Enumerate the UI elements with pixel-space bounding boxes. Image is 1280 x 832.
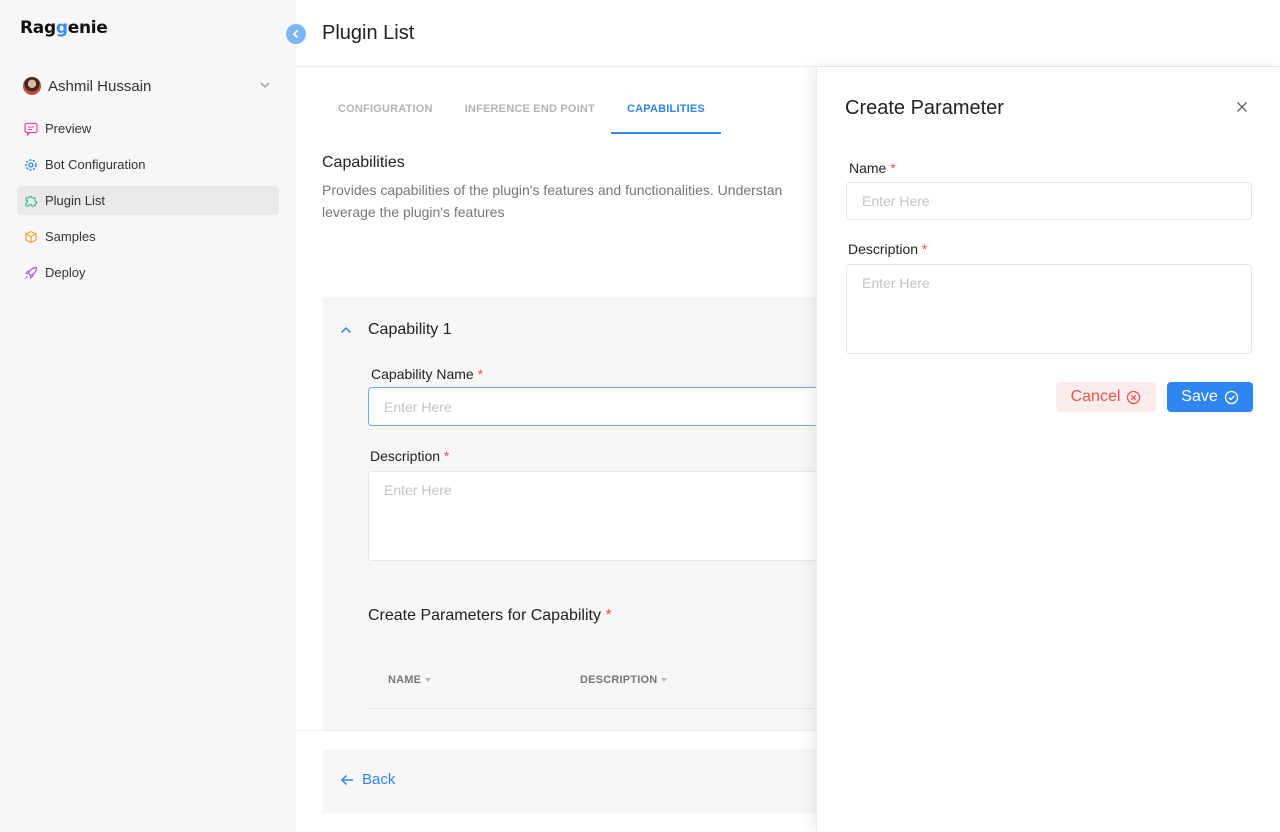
label-text: Create Parameters for Capability — [368, 607, 601, 624]
required-mark: * — [477, 366, 484, 382]
column-header-label: DESCRIPTION — [580, 674, 658, 686]
user-menu[interactable]: Ashmil Hussain — [23, 76, 273, 96]
label-text: Description — [370, 448, 441, 464]
parameter-description-label: Description * — [848, 241, 927, 257]
box-icon — [25, 230, 37, 243]
capability-title[interactable]: Capability 1 — [368, 321, 452, 339]
section-description-line: Provides capabilities of the plugin's fe… — [322, 182, 783, 198]
parameter-description-input[interactable] — [846, 264, 1252, 354]
logo-text-end: enie — [67, 18, 108, 38]
sidebar-item-deploy[interactable]: Deploy — [17, 258, 279, 287]
capability-name-input[interactable] — [368, 387, 842, 426]
section-description-line: leverage the plugin's features — [322, 204, 505, 220]
chevron-down-icon — [260, 82, 270, 88]
sidebar-item-preview[interactable]: Preview — [17, 114, 279, 143]
sidebar-item-label: Samples — [45, 229, 96, 244]
section-description: Provides capabilities of the plugin's fe… — [322, 179, 842, 223]
required-mark: * — [890, 160, 896, 176]
page-title: Plugin List — [322, 22, 415, 44]
sort-caret-icon — [425, 678, 432, 683]
sidebar-collapse-button[interactable] — [286, 24, 306, 44]
tab-capabilities[interactable]: CAPABILITIES — [610, 92, 721, 134]
label-text: Capability Name — [371, 366, 474, 382]
back-button[interactable]: Back — [340, 771, 395, 788]
sidebar: Raggenie Ashmil Hussain Preview Bot Conf… — [0, 0, 296, 832]
close-circle-icon — [1127, 390, 1141, 404]
chevron-left-icon — [292, 29, 299, 39]
rocket-icon — [24, 266, 38, 279]
label-text: Name — [849, 160, 887, 176]
parameter-name-label: Name * — [849, 160, 896, 176]
tab-configuration[interactable]: CONFIGURATION — [322, 92, 449, 134]
label-text: Description — [848, 241, 919, 257]
cancel-button-label: Cancel — [1070, 388, 1121, 405]
parameter-name-input[interactable] — [846, 182, 1252, 220]
sidebar-item-samples[interactable]: Samples — [17, 222, 279, 251]
avatar — [23, 77, 41, 95]
arrow-left-icon — [340, 774, 353, 785]
cancel-button[interactable]: Cancel — [1056, 382, 1156, 412]
chat-icon — [24, 122, 38, 136]
save-button-label: Save — [1181, 388, 1218, 405]
back-button-label: Back — [362, 771, 396, 788]
chevron-up-icon[interactable] — [340, 325, 352, 335]
column-header-name[interactable]: NAME — [388, 674, 432, 686]
close-icon[interactable] — [1235, 100, 1249, 114]
sidebar-item-label: Plugin List — [45, 193, 105, 208]
footer-card: Back — [322, 749, 842, 814]
tab-bar: CONFIGURATION INFERENCE END POINT CAPABI… — [322, 92, 721, 134]
logo-text-start: Rag — [20, 18, 56, 38]
capability-name-label: Capability Name * — [371, 366, 483, 382]
column-header-description[interactable]: DESCRIPTION — [580, 674, 668, 686]
check-circle-icon — [1224, 390, 1238, 404]
required-mark: * — [921, 241, 928, 257]
sort-caret-icon — [661, 678, 668, 683]
column-header-label: NAME — [388, 674, 422, 686]
save-button[interactable]: Save — [1167, 382, 1253, 412]
capability-panel: Capability 1 Capability Name * Descripti… — [322, 297, 842, 733]
logo-text-accent: g — [55, 18, 68, 38]
create-parameter-drawer: Create Parameter Name * Description * Ca… — [816, 67, 1280, 832]
capability-description-input[interactable] — [368, 471, 842, 561]
section-title: Capabilities — [322, 154, 405, 171]
sidebar-item-label: Deploy — [45, 265, 86, 280]
puzzle-icon — [25, 195, 37, 207]
tab-inference-end-point[interactable]: INFERENCE END POINT — [449, 92, 611, 134]
sidebar-item-label: Bot Configuration — [45, 157, 146, 172]
sidebar-item-plugin-list[interactable]: Plugin List — [17, 186, 279, 215]
sidebar-item-label: Preview — [45, 121, 92, 136]
required-mark: * — [605, 607, 612, 624]
sidebar-item-bot-configuration[interactable]: Bot Configuration — [17, 150, 279, 179]
required-mark: * — [443, 448, 450, 464]
gear-icon — [25, 158, 37, 171]
table-header-divider — [368, 708, 842, 709]
parameters-title: Create Parameters for Capability * — [368, 607, 612, 625]
capability-description-label: Description * — [370, 448, 449, 464]
user-name: Ashmil Hussain — [48, 77, 152, 95]
brand-logo[interactable]: Raggenie — [20, 18, 108, 38]
drawer-title: Create Parameter — [845, 97, 1004, 119]
sidebar-nav: Preview Bot Configuration Plugin List Sa… — [17, 114, 279, 294]
header: Plugin List — [296, 0, 1280, 67]
